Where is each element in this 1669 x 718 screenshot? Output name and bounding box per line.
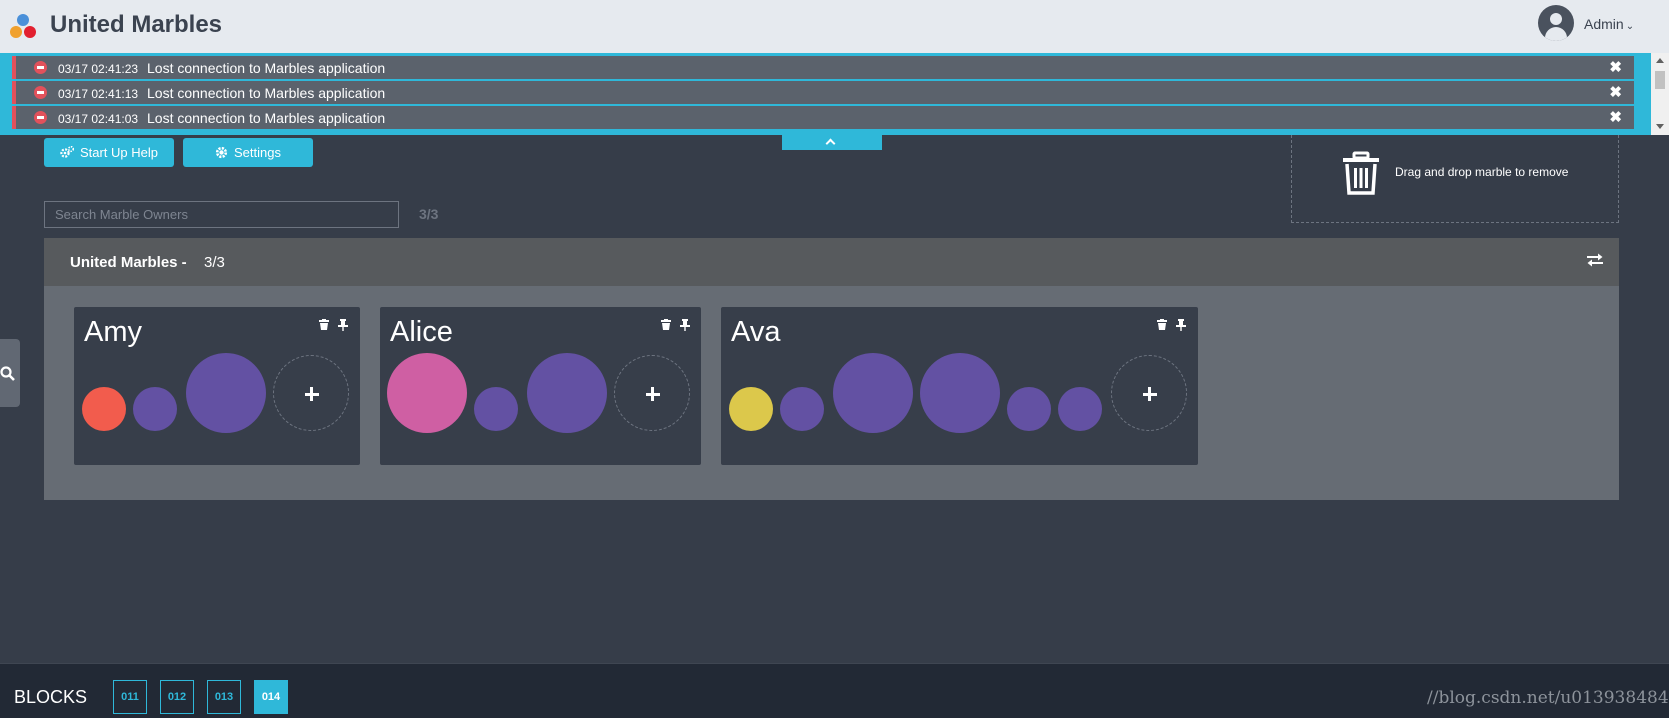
blocks-label: BLOCKS	[14, 687, 88, 707]
close-icon[interactable]: ✖	[1609, 58, 1622, 76]
notification-time: 03/17 02:41:23	[58, 62, 139, 76]
scrollbar-thumb[interactable]	[1655, 71, 1665, 89]
trash-label: Drag and drop marble to remove	[1395, 165, 1569, 179]
blocks-footer: BLOCKS 011 012 013 014 //blog.csdn.net/u…	[0, 663, 1669, 718]
owner-name: Alice	[390, 316, 453, 348]
owner-card: Alice	[380, 307, 701, 465]
close-icon[interactable]: ✖	[1609, 108, 1622, 126]
owner-card: Amy	[74, 307, 360, 465]
app-title: United Marbles	[50, 11, 223, 38]
watermark: //blog.csdn.net/u013938484	[1427, 688, 1669, 708]
scroll-down-icon[interactable]	[1656, 124, 1664, 129]
error-icon	[34, 111, 47, 124]
marbles-logo-icon	[9, 13, 37, 39]
block-014[interactable]: 014	[254, 680, 288, 714]
add-marble-button[interactable]	[273, 355, 349, 431]
notification-item: 03/17 02:41:13 Lost connection to Marble…	[12, 81, 1634, 104]
error-icon	[34, 86, 47, 99]
company-owner-count: 3/3	[204, 254, 225, 271]
block-011[interactable]: 011	[113, 680, 147, 714]
owner-name: Ava	[731, 316, 781, 348]
marble[interactable]	[387, 353, 467, 433]
pin-icon[interactable]	[680, 319, 690, 331]
notification-panel: 03/17 02:41:23 Lost connection to Marble…	[0, 53, 1669, 135]
trash-icon[interactable]	[319, 319, 329, 330]
settings-label: Settings	[234, 145, 281, 160]
top-header: United Marbles Admin ⌄	[0, 0, 1669, 53]
search-icon	[0, 366, 15, 381]
trash-drop-zone[interactable]: Drag and drop marble to remove	[1291, 135, 1619, 223]
block-013[interactable]: 013	[207, 680, 241, 714]
marble[interactable]	[729, 387, 773, 431]
trash-icon[interactable]	[661, 319, 671, 330]
add-marble-button[interactable]	[1111, 355, 1187, 431]
company-name: United Marbles -	[70, 254, 187, 271]
marble[interactable]	[474, 387, 518, 431]
marble[interactable]	[1058, 387, 1102, 431]
collapse-notifications-button[interactable]	[782, 135, 882, 150]
owner-card: Ava	[721, 307, 1198, 465]
swap-icon[interactable]	[1586, 253, 1604, 267]
pin-icon[interactable]	[338, 319, 348, 331]
notification-time: 03/17 02:41:03	[58, 112, 139, 126]
trash-icon[interactable]	[1157, 319, 1167, 330]
marble[interactable]	[1007, 387, 1051, 431]
side-search-tab[interactable]	[0, 339, 20, 407]
notification-time: 03/17 02:41:13	[58, 87, 139, 101]
notification-scrollbar[interactable]	[1651, 53, 1669, 135]
block-012[interactable]: 012	[160, 680, 194, 714]
user-avatar-icon[interactable]	[1538, 5, 1574, 41]
company-header: United Marbles - 3/3	[44, 238, 1619, 286]
add-marble-button[interactable]	[614, 355, 690, 431]
gear-icon	[215, 146, 228, 159]
user-menu[interactable]: Admin ⌄	[1584, 16, 1634, 32]
owner-name: Amy	[84, 316, 142, 348]
notification-message: Lost connection to Marbles application	[147, 60, 386, 76]
marble[interactable]	[527, 353, 607, 433]
notification-item: 03/17 02:41:23 Lost connection to Marble…	[12, 56, 1634, 79]
user-name: Admin	[1584, 16, 1624, 32]
notification-item: 03/17 02:41:03 Lost connection to Marble…	[12, 106, 1634, 129]
error-icon	[34, 61, 47, 74]
search-result-count: 3/3	[419, 206, 439, 222]
settings-button[interactable]: Settings	[183, 138, 313, 167]
marble[interactable]	[186, 353, 266, 433]
startup-help-label: Start Up Help	[79, 145, 159, 160]
trash-icon	[1343, 151, 1379, 195]
marble[interactable]	[920, 353, 1000, 433]
close-icon[interactable]: ✖	[1609, 83, 1622, 101]
notification-message: Lost connection to Marbles application	[147, 110, 386, 126]
pin-icon[interactable]	[1176, 319, 1186, 331]
search-input[interactable]	[44, 201, 399, 228]
chevron-down-icon: ⌄	[1625, 21, 1635, 32]
chevron-up-icon	[825, 138, 836, 149]
scroll-up-icon[interactable]	[1656, 58, 1664, 63]
marble[interactable]	[833, 353, 913, 433]
gears-icon	[60, 146, 74, 158]
marble[interactable]	[780, 387, 824, 431]
notification-message: Lost connection to Marbles application	[147, 85, 386, 101]
startup-help-button[interactable]: Start Up Help	[44, 138, 174, 167]
marble[interactable]	[82, 387, 126, 431]
marble[interactable]	[133, 387, 177, 431]
